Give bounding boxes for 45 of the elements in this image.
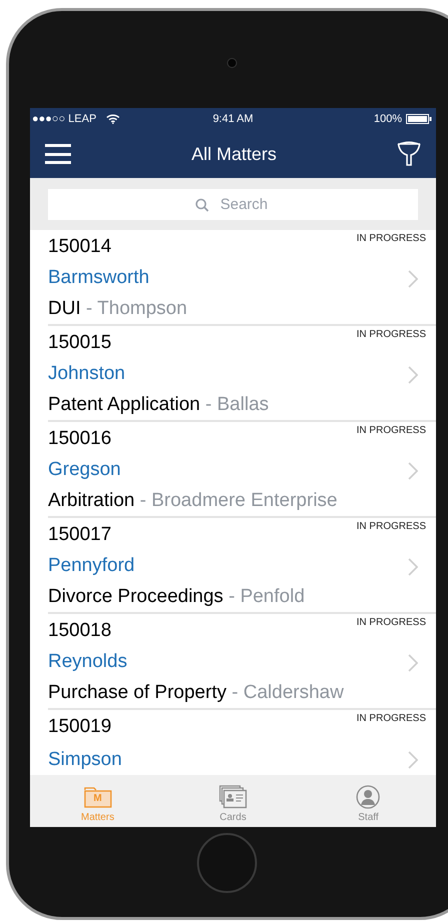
matter-description: DUI - Thompson (48, 297, 188, 321)
chevron-icon[interactable] (408, 751, 418, 769)
menu-button[interactable] (45, 144, 71, 164)
battery-percent: 100% (374, 112, 402, 127)
client-name[interactable]: Pennyford (48, 552, 135, 581)
client-name[interactable]: Gregson (48, 456, 121, 485)
status-label: IN PROGRESS (356, 424, 426, 438)
matter-number: 150016 (48, 427, 112, 451)
chevron-icon[interactable] (408, 270, 418, 288)
tab-bar-item[interactable]: Staff (300, 775, 436, 827)
status-label: IN PROGRESS (356, 520, 426, 534)
matter-number: 150018 (48, 619, 112, 643)
screen-title: All Matters (191, 142, 277, 166)
contact-cards-icon (218, 785, 247, 809)
filter-icon[interactable] (397, 141, 421, 167)
status-label: IN PROGRESS (356, 232, 426, 246)
carrier-label: ●●●○○ LEAP (32, 112, 96, 127)
matter-number: 150015 (48, 331, 112, 355)
battery-icon (406, 114, 432, 124)
search-icon (195, 198, 209, 212)
matter-description: Purchase of Property - Caldershaw (48, 681, 345, 705)
tab-bar-item[interactable]: Cards (165, 775, 301, 827)
matter-description: Arbitration - Broadmere Enterprise (48, 489, 338, 513)
client-name[interactable]: Barmsworth (48, 264, 150, 293)
chevron-icon[interactable] (408, 366, 418, 384)
client-name[interactable]: Reynolds (48, 648, 128, 677)
search-field[interactable]: Search (48, 188, 418, 220)
folder-icon (84, 786, 112, 808)
clock-time: 9:41 AM (212, 112, 254, 127)
folder-letter: M (93, 792, 102, 806)
client-name[interactable]: Johnston (48, 360, 126, 389)
matter-number: 150019 (48, 715, 112, 739)
matter-description: Patent Application - Ballas (48, 393, 270, 417)
chevron-icon[interactable] (408, 462, 418, 480)
person-icon (356, 785, 380, 809)
matter-description: Divorce Proceedings - Penfold (48, 585, 306, 609)
chevron-icon[interactable] (408, 654, 418, 672)
client-name[interactable]: Simpson (48, 746, 122, 774)
status-label: IN PROGRESS (356, 712, 426, 726)
chevron-icon[interactable] (408, 558, 418, 576)
matter-number: 150014 (48, 235, 112, 259)
matter-number: 150017 (48, 523, 112, 547)
status-label: IN PROGRESS (356, 328, 426, 342)
status-label: IN PROGRESS (356, 616, 426, 630)
wifi-icon (106, 114, 120, 124)
